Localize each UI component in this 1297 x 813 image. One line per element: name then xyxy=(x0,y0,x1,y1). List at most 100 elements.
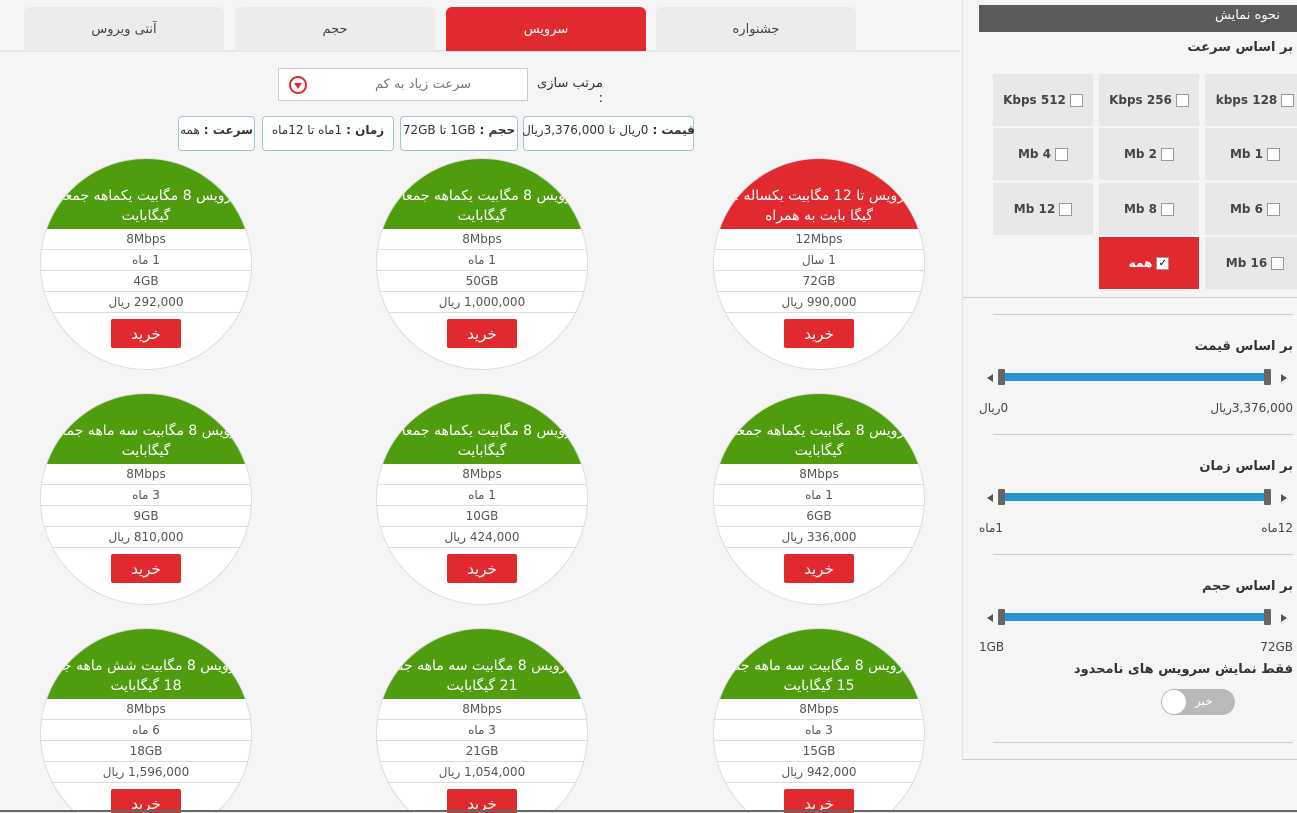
product-card: سرویس 8 مگابیت سه ماهه جمعا 9 گیگابایت 8… xyxy=(40,393,252,605)
category-tabs: آنتی ویروس حجم سرویس جشنواره xyxy=(0,0,960,52)
checkbox[interactable] xyxy=(1175,93,1189,107)
buy-button[interactable]: خرید xyxy=(784,554,854,583)
checkbox[interactable] xyxy=(1267,202,1281,216)
price-max-value: 3,376,000ریال xyxy=(1210,401,1293,415)
unlimited-only-label: فقط نمایش سرویس های نامحدود xyxy=(1073,662,1293,677)
speed-option-256kbps[interactable]: Kbps 256 xyxy=(1099,74,1199,126)
product-card: سرویس 8 مگابیت یکماهه جمعا 4 گیگابایت 8M… xyxy=(40,158,252,370)
checkbox[interactable] xyxy=(1059,202,1073,216)
time-slider-min-handle[interactable] xyxy=(998,489,1005,505)
checkbox[interactable] xyxy=(1161,202,1175,216)
speed-option-1mb[interactable]: Mb 1 xyxy=(1205,128,1297,180)
product-speed: 8Mbps xyxy=(377,699,587,720)
time-min-value: 1ماه xyxy=(979,521,1004,535)
product-volume: 50GB xyxy=(377,271,587,292)
speed-option-8mb[interactable]: Mb 8 xyxy=(1099,183,1199,235)
toggle-knob xyxy=(1162,690,1186,714)
speed-filter-value: همه xyxy=(180,123,200,137)
price-filter-label: قیمت : xyxy=(652,123,695,137)
product-volume: 10GB xyxy=(377,506,587,527)
product-title: سرویس 8 مگابیت یکماهه جمعا 50 گیگابایت xyxy=(377,159,587,229)
product-title: سرویس 8 مگابیت یکماهه جمعا 6 گیگابایت xyxy=(714,394,924,464)
product-title: سرویس 8 مگابیت سه ماهه جمعا 9 گیگابایت xyxy=(41,394,251,464)
checkbox[interactable] xyxy=(1267,147,1281,161)
volume-slider-min-handle[interactable] xyxy=(998,609,1005,625)
speed-option-2mb[interactable]: Mb 2 xyxy=(1099,128,1199,180)
time-slider-track[interactable] xyxy=(1001,493,1269,501)
product-card: سرویس 8 مگابیت شش ماهه جمعا 18 گیگابایت … xyxy=(40,628,252,813)
arrow-left-icon[interactable] xyxy=(987,374,993,382)
time-slider-max-handle[interactable] xyxy=(1264,489,1271,505)
chevron-down-icon[interactable] xyxy=(289,76,307,94)
volume-filter-value: 1GB تا 72GB xyxy=(402,123,476,137)
buy-button[interactable]: خرید xyxy=(447,554,517,583)
unlimited-toggle[interactable]: خیر xyxy=(1161,689,1235,715)
product-duration: 1 سال xyxy=(714,250,924,271)
product-price: 1,000,000 ریال xyxy=(377,292,587,313)
price-filter-value: 0ریال تا 3,376,000ریال xyxy=(522,123,649,137)
product-price: 810,000 ریال xyxy=(41,527,251,548)
checkbox[interactable] xyxy=(1271,256,1285,270)
product-volume: 15GB xyxy=(714,741,924,762)
product-title: سرویس 8 مگابیت سه ماهه جمعا 15 گیگابایت xyxy=(714,629,924,699)
price-slider-min-handle[interactable] xyxy=(998,369,1005,385)
tab-festival[interactable]: جشنواره xyxy=(656,7,856,51)
buy-button[interactable]: خرید xyxy=(111,554,181,583)
checkbox[interactable] xyxy=(1281,93,1295,107)
buy-button[interactable]: خرید xyxy=(111,319,181,348)
speed-option-16mb[interactable]: Mb 16 xyxy=(1205,237,1297,289)
time-filter-value: 1ماه تا 12ماه xyxy=(271,123,343,137)
product-duration: 3 ماه xyxy=(41,485,251,506)
tab-antivirus[interactable]: آنتی ویروس xyxy=(24,7,224,51)
buy-button[interactable]: خرید xyxy=(447,319,517,348)
product-price: 1,054,000 ریال xyxy=(377,762,587,783)
tab-volume[interactable]: حجم xyxy=(235,7,435,51)
product-speed: 8Mbps xyxy=(41,699,251,720)
speed-option-all[interactable]: همه ✓ xyxy=(1099,237,1199,289)
product-card: سرویس 8 مگابیت سه ماهه جمعا 15 گیگابایت … xyxy=(713,628,925,813)
product-speed: 8Mbps xyxy=(377,464,587,485)
time-filter-chip: زمان : 1ماه تا 12ماه xyxy=(262,116,394,151)
volume-slider-max-handle[interactable] xyxy=(1264,609,1271,625)
speed-filter-label: سرعت : xyxy=(203,123,253,137)
sort-select[interactable]: سرعت زیاد به کم xyxy=(278,68,528,101)
checkbox[interactable] xyxy=(1069,93,1083,107)
product-volume: 6GB xyxy=(714,506,924,527)
checkbox-checked[interactable]: ✓ xyxy=(1156,256,1170,270)
volume-filter-chip: حجم : 1GB تا 72GB xyxy=(400,116,518,151)
checkbox[interactable] xyxy=(1161,147,1175,161)
volume-min-value: 1GB xyxy=(979,640,1005,654)
sort-label: مرتب سازی : xyxy=(537,76,603,106)
arrow-right-icon[interactable] xyxy=(1281,374,1287,382)
arrow-right-icon[interactable] xyxy=(1281,494,1287,502)
price-slider-max-handle[interactable] xyxy=(1264,369,1271,385)
speed-option-12mb[interactable]: Mb 12 xyxy=(993,183,1093,235)
product-speed: 12Mbps xyxy=(714,229,924,250)
filter-sidebar: نحوه نمایش بر اساس سرعت kbps 128 Kbps 25… xyxy=(962,0,1297,760)
speed-option-512kbps[interactable]: Kbps 512 xyxy=(993,74,1093,126)
product-volume: 4GB xyxy=(41,271,251,292)
volume-slider-track[interactable] xyxy=(1001,613,1269,621)
arrow-left-icon[interactable] xyxy=(987,614,993,622)
product-price: 942,000 ریال xyxy=(714,762,924,783)
buy-button[interactable]: خرید xyxy=(784,319,854,348)
volume-filter-title: بر اساس حجم xyxy=(1201,579,1293,594)
product-volume: 9GB xyxy=(41,506,251,527)
section-divider xyxy=(993,314,1293,315)
tab-service[interactable]: سرویس xyxy=(446,7,646,51)
speed-option-128kbps[interactable]: kbps 128 xyxy=(1205,74,1297,126)
arrow-right-icon[interactable] xyxy=(1281,614,1287,622)
product-card: سرویس 8 مگابیت یکماهه جمعا 10 گیگابایت 8… xyxy=(376,393,588,605)
arrow-left-icon[interactable] xyxy=(987,494,993,502)
toggle-text: خیر xyxy=(1195,694,1213,708)
price-slider-track[interactable] xyxy=(1001,373,1269,381)
product-speed: 8Mbps xyxy=(714,699,924,720)
speed-option-4mb[interactable]: Mb 4 xyxy=(993,128,1093,180)
product-card: سرویس 8 مگابیت سه ماهه جمعا 21 گیگابایت … xyxy=(376,628,588,813)
product-card: سرویس تا 12 مگابیت یکساله 72 گیگا بایت ب… xyxy=(713,158,925,370)
checkbox[interactable] xyxy=(1055,147,1069,161)
time-max-value: 12ماه xyxy=(1261,521,1293,535)
product-duration: 1 ماه xyxy=(714,485,924,506)
speed-option-6mb[interactable]: Mb 6 xyxy=(1205,183,1297,235)
product-title: سرویس تا 12 مگابیت یکساله 72 گیگا بایت ب… xyxy=(714,159,924,229)
